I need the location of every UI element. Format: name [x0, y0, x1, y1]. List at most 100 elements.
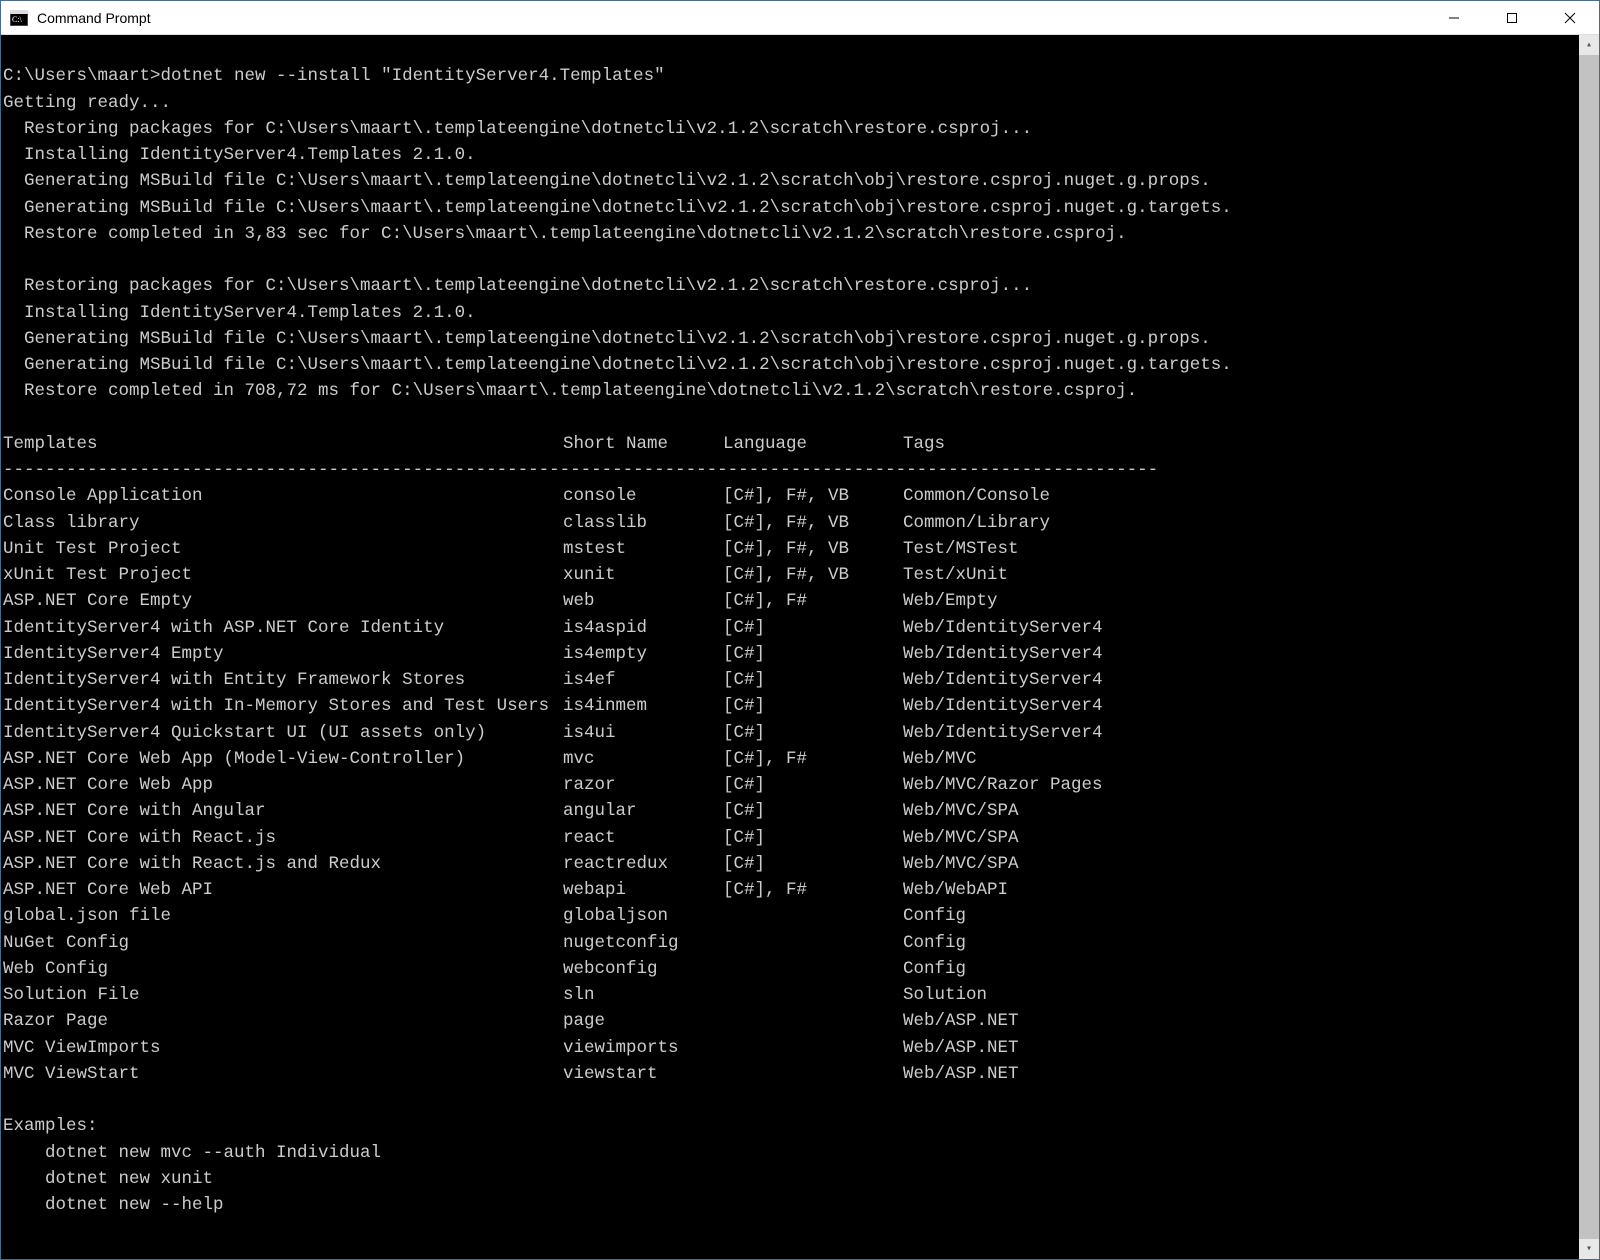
output-line: [3, 247, 1597, 273]
template-tags: Config: [903, 903, 1597, 929]
template-short: reactredux: [563, 851, 723, 877]
table-row: ASP.NET Core with React.js and Reduxreac…: [3, 851, 1597, 877]
template-short: mstest: [563, 536, 723, 562]
template-lang: [C#]: [723, 825, 903, 851]
table-row: Class libraryclasslib[C#], F#, VBCommon/…: [3, 510, 1597, 536]
output-line: Generating MSBuild file C:\Users\maart\.…: [3, 326, 1597, 352]
template-short: viewstart: [563, 1061, 723, 1087]
output-line: Generating MSBuild file C:\Users\maart\.…: [3, 168, 1597, 194]
template-short: viewimports: [563, 1035, 723, 1061]
scrollbar-thumb[interactable]: [1579, 55, 1599, 1239]
example-line: dotnet new mvc --auth Individual: [3, 1140, 1597, 1166]
table-row: Console Applicationconsole[C#], F#, VBCo…: [3, 483, 1597, 509]
template-short: webconfig: [563, 956, 723, 982]
template-lang: [723, 1061, 903, 1087]
table-row: IdentityServer4 Emptyis4empty[C#]Web/Ide…: [3, 641, 1597, 667]
scroll-down-arrow[interactable]: ▾: [1579, 1239, 1599, 1259]
template-short: nugetconfig: [563, 930, 723, 956]
output-line: Restore completed in 708,72 ms for C:\Us…: [3, 378, 1597, 404]
template-short: web: [563, 588, 723, 614]
minimize-button[interactable]: [1425, 1, 1483, 34]
template-short: is4ui: [563, 720, 723, 746]
output-line: [3, 405, 1597, 431]
template-name: IdentityServer4 with In-Memory Stores an…: [3, 693, 563, 719]
window-controls: [1425, 1, 1599, 34]
template-name: IdentityServer4 with ASP.NET Core Identi…: [3, 615, 563, 641]
template-tags: Web/IdentityServer4: [903, 641, 1597, 667]
table-row: ASP.NET Core with Angularangular[C#]Web/…: [3, 798, 1597, 824]
dash-line: ----------------------------------------…: [3, 457, 1597, 483]
template-tags: Web/MVC/SPA: [903, 851, 1597, 877]
maximize-button[interactable]: [1483, 1, 1541, 34]
template-name: Solution File: [3, 982, 563, 1008]
template-lang: [C#]: [723, 851, 903, 877]
header-templates: Templates: [3, 431, 563, 457]
table-row: IdentityServer4 with In-Memory Stores an…: [3, 693, 1597, 719]
template-name: NuGet Config: [3, 930, 563, 956]
example-line: dotnet new --help: [3, 1192, 1597, 1218]
scroll-up-arrow[interactable]: ▴: [1579, 35, 1599, 55]
table-row: IdentityServer4 with ASP.NET Core Identi…: [3, 615, 1597, 641]
example-line: dotnet new xunit: [3, 1166, 1597, 1192]
template-tags: Web/WebAPI: [903, 877, 1597, 903]
window-title: Command Prompt: [37, 10, 1425, 26]
table-row: Web ConfigwebconfigConfig: [3, 956, 1597, 982]
template-name: IdentityServer4 Quickstart UI (UI assets…: [3, 720, 563, 746]
template-short: xunit: [563, 562, 723, 588]
output-line: Restoring packages for C:\Users\maart\.t…: [3, 273, 1597, 299]
table-row: MVC ViewImportsviewimportsWeb/ASP.NET: [3, 1035, 1597, 1061]
table-row: Solution FileslnSolution: [3, 982, 1597, 1008]
template-short: is4aspid: [563, 615, 723, 641]
header-tags: Tags: [903, 431, 1597, 457]
template-lang: [C#], F#: [723, 746, 903, 772]
template-short: console: [563, 483, 723, 509]
close-button[interactable]: [1541, 1, 1599, 34]
template-short: sln: [563, 982, 723, 1008]
template-lang: [723, 1035, 903, 1061]
template-name: ASP.NET Core with React.js: [3, 825, 563, 851]
template-lang: [C#], F#, VB: [723, 483, 903, 509]
terminal-content[interactable]: C:\Users\maart>dotnet new --install "Ide…: [1, 35, 1599, 1259]
template-name: ASP.NET Core Web App: [3, 772, 563, 798]
template-short: angular: [563, 798, 723, 824]
template-tags: Web/MVC/Razor Pages: [903, 772, 1597, 798]
scrollbar-track[interactable]: ▴ ▾: [1579, 35, 1599, 1259]
template-lang: [C#], F#: [723, 588, 903, 614]
template-name: ASP.NET Core Web App (Model-View-Control…: [3, 746, 563, 772]
template-lang: [C#]: [723, 772, 903, 798]
output-line: Installing IdentityServer4.Templates 2.1…: [3, 142, 1597, 168]
template-tags: Web/IdentityServer4: [903, 667, 1597, 693]
template-lang: [C#], F#: [723, 877, 903, 903]
template-lang: [723, 1008, 903, 1034]
template-name: Console Application: [3, 483, 563, 509]
output-line: Generating MSBuild file C:\Users\maart\.…: [3, 195, 1597, 221]
template-name: ASP.NET Core Empty: [3, 588, 563, 614]
template-name: IdentityServer4 Empty: [3, 641, 563, 667]
template-tags: Web/MVC/SPA: [903, 798, 1597, 824]
template-name: ASP.NET Core with React.js and Redux: [3, 851, 563, 877]
terminal[interactable]: C:\Users\maart>dotnet new --install "Ide…: [1, 35, 1599, 1259]
template-name: Class library: [3, 510, 563, 536]
template-name: Unit Test Project: [3, 536, 563, 562]
output-line: Installing IdentityServer4.Templates 2.1…: [3, 300, 1597, 326]
titlebar[interactable]: C:\ Command Prompt: [1, 1, 1599, 35]
table-row: ASP.NET Core Web App (Model-View-Control…: [3, 746, 1597, 772]
table-row: ASP.NET Core Web Apprazor[C#]Web/MVC/Raz…: [3, 772, 1597, 798]
template-lang: [C#], F#, VB: [723, 562, 903, 588]
template-short: is4empty: [563, 641, 723, 667]
template-short: classlib: [563, 510, 723, 536]
template-lang: [C#]: [723, 798, 903, 824]
template-tags: Web/MVC: [903, 746, 1597, 772]
template-lang: [723, 982, 903, 1008]
template-tags: Web/IdentityServer4: [903, 615, 1597, 641]
template-tags: Test/MSTest: [903, 536, 1597, 562]
prompt-path: C:\Users\maart>: [3, 66, 161, 86]
template-name: ASP.NET Core Web API: [3, 877, 563, 903]
svg-text:C:\: C:\: [12, 15, 23, 24]
header-language: Language: [723, 431, 903, 457]
template-tags: Web/MVC/SPA: [903, 825, 1597, 851]
template-lang: [C#]: [723, 641, 903, 667]
template-tags: Web/ASP.NET: [903, 1008, 1597, 1034]
examples-header: Examples:: [3, 1113, 1597, 1139]
output-line: Generating MSBuild file C:\Users\maart\.…: [3, 352, 1597, 378]
